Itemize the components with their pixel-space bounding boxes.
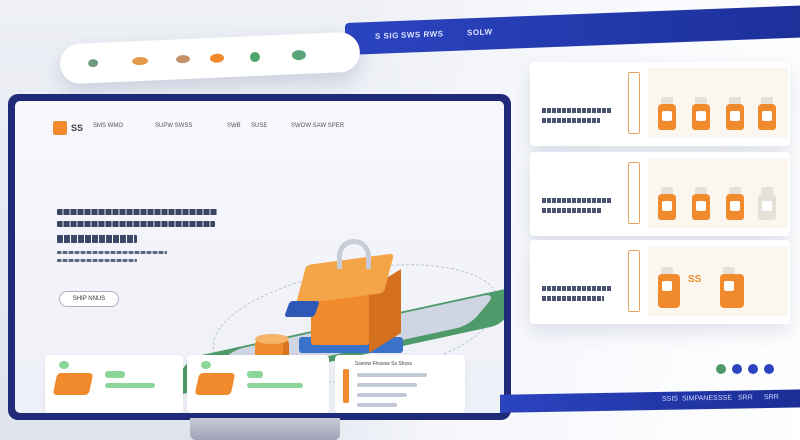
card-row <box>357 393 407 397</box>
hero-heading-line-3 <box>57 235 137 243</box>
pager-dot[interactable] <box>764 364 774 374</box>
footer-item[interactable]: SIMPANES <box>682 395 718 403</box>
floating-toolbar-pill <box>59 31 361 85</box>
waffle-icon <box>52 373 94 395</box>
website-screen: SS SMS WMO SUPW SWSS SWB SUSE SWOW SAW S… <box>15 101 504 413</box>
store-awning-icon <box>284 301 320 317</box>
pager-dot[interactable] <box>748 364 758 374</box>
green-tag <box>105 371 125 378</box>
product-jar-icon <box>726 187 744 220</box>
green-circle-icon[interactable] <box>249 51 261 63</box>
green-bar <box>105 383 155 388</box>
laptop-monitor: SS SMS WMO SUPW SWSS SWB SUSE SWOW SAW S… <box>8 94 511 420</box>
green-leaf-icon[interactable] <box>291 49 307 61</box>
card-title: Ssieow Fhssow Ss Shsss <box>355 361 412 367</box>
panel-icon-column <box>628 72 640 134</box>
product-jar-icon <box>692 97 710 130</box>
panel-icon-column <box>628 162 640 224</box>
panel-icon-column <box>628 250 640 312</box>
green-dot-icon <box>59 361 69 369</box>
green-dot-icon <box>201 361 211 369</box>
footer-item[interactable]: SSIS <box>662 396 678 403</box>
feature-card[interactable]: Ssieow Fhssow Ss Shsss <box>335 355 465 413</box>
nav-item[interactable]: SUPW SWSS <box>155 123 192 129</box>
logo-text: SS <box>71 123 84 133</box>
nav-item[interactable]: SWB <box>227 123 241 129</box>
panel-product-shelf: SS <box>648 246 788 316</box>
nav-item[interactable]: SMS WMO <box>93 123 123 129</box>
shopping-bag-icon <box>658 267 680 308</box>
product-jar-icon <box>726 97 744 130</box>
shopping-bag-icon <box>720 267 744 308</box>
card-row <box>357 373 427 377</box>
green-dot-icon[interactable] <box>87 58 99 68</box>
ribbon-item[interactable]: SOLW <box>467 27 493 37</box>
feature-card[interactable] <box>45 355 183 413</box>
card-row <box>357 383 417 387</box>
panel-text-line <box>542 118 600 123</box>
hero-heading-line-1 <box>57 209 217 215</box>
orange-blob-icon[interactable] <box>209 53 225 63</box>
orange-icon-column <box>343 369 349 403</box>
footer-item[interactable]: SSE <box>718 395 732 402</box>
pager-dot[interactable] <box>732 364 742 374</box>
green-tag <box>247 371 263 378</box>
hero-subtext-line <box>57 259 137 262</box>
pager-dot[interactable] <box>716 364 726 374</box>
panel-text-line <box>542 198 612 203</box>
waffle-icon <box>194 373 236 395</box>
footer-item[interactable]: SRR <box>738 394 753 401</box>
tan-leaf-icon[interactable] <box>175 54 191 64</box>
panel-text-line <box>542 108 612 113</box>
product-jar-icon <box>758 187 776 220</box>
panel-text-line <box>542 286 612 291</box>
product-panel[interactable] <box>530 152 790 236</box>
product-jar-icon <box>758 97 776 130</box>
panel-product-shelf <box>648 68 788 138</box>
panel-text-line <box>542 296 604 301</box>
product-jar-icon <box>692 187 710 220</box>
product-jar-icon <box>658 187 676 220</box>
nav-item[interactable]: SWOW SAW SPER <box>291 123 344 129</box>
ribbon-item[interactable]: S SIG <box>375 31 399 41</box>
logo-icon <box>53 121 67 135</box>
green-bar <box>247 383 303 388</box>
orange-leaf-icon[interactable] <box>131 56 149 66</box>
footer-item[interactable]: SRR <box>764 394 779 401</box>
cta-button[interactable]: SHIP NNUS <box>59 291 119 307</box>
panel-text-line <box>542 208 602 213</box>
hero-heading-line-2 <box>57 221 215 227</box>
product-panel[interactable]: SS <box>530 240 790 324</box>
panel-product-shelf <box>648 158 788 228</box>
card-row <box>357 403 397 407</box>
nav-item[interactable]: SUSE <box>251 123 267 129</box>
feature-card[interactable] <box>187 355 329 413</box>
hero-subtext-line <box>57 251 167 254</box>
monitor-stand <box>190 418 340 440</box>
panel-label: SS <box>688 274 702 285</box>
bag-handle-icon <box>337 239 371 269</box>
product-jar-icon <box>658 97 676 130</box>
product-panel[interactable] <box>530 62 790 146</box>
ribbon-item[interactable]: SWS RWS <box>401 29 443 40</box>
